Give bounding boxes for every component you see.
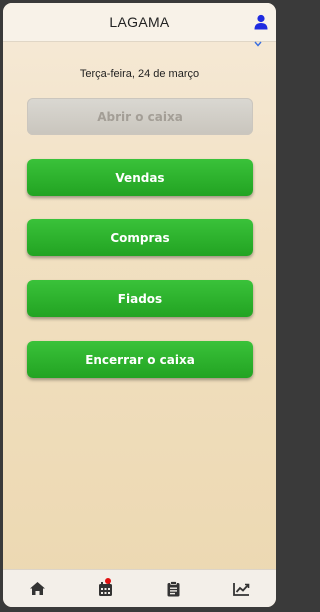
current-date: Terça-feira, 24 de março bbox=[79, 68, 200, 80]
app-frame: LAGAMA Terça-feira, 24 de março Abrir o … bbox=[3, 3, 276, 607]
notification-dot bbox=[105, 577, 112, 584]
chevron-down-icon[interactable] bbox=[254, 41, 262, 47]
nav-item-reports[interactable] bbox=[222, 570, 262, 608]
home-icon bbox=[29, 582, 45, 595]
bottom-nav bbox=[3, 569, 276, 607]
sales-button[interactable]: Vendas bbox=[27, 159, 253, 196]
top-bar: LAGAMA bbox=[3, 3, 276, 42]
user-icon[interactable] bbox=[254, 14, 268, 30]
clipboard-icon bbox=[167, 580, 180, 596]
purchases-button[interactable]: Compras bbox=[27, 219, 253, 256]
open-cash-button[interactable]: Abrir o caixa bbox=[27, 98, 253, 135]
app-title: LAGAMA bbox=[109, 14, 170, 30]
close-cash-button[interactable]: Encerrar o caixa bbox=[27, 341, 253, 378]
credits-button[interactable]: Fiados bbox=[27, 280, 253, 317]
chart-line-icon bbox=[233, 582, 250, 596]
nav-item-clipboard[interactable] bbox=[154, 570, 194, 608]
nav-item-home[interactable] bbox=[17, 570, 57, 608]
nav-item-calendar[interactable] bbox=[85, 570, 125, 608]
